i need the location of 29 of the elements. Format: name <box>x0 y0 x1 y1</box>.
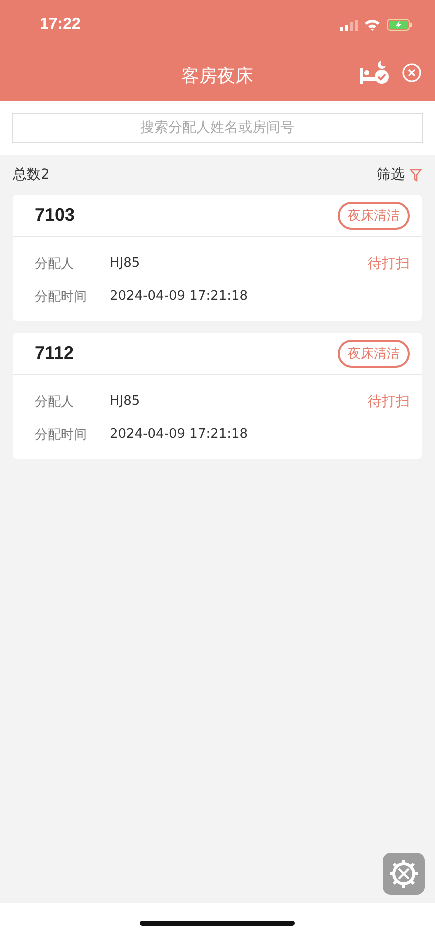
field-label: 分配时间 <box>35 426 88 444</box>
signal-icon <box>340 20 358 30</box>
room-card[interactable]: 7103 夜床清洁 分配人 HJ85 待打扫 分配时间 2024-04-09 17:21:18 <box>13 195 422 321</box>
battery-icon <box>387 19 413 31</box>
filter-label[interactable]: 筛选 <box>377 166 405 184</box>
home-indicator[interactable] <box>140 920 295 926</box>
field-value: 2024-04-09 17:21:18 <box>110 289 250 304</box>
page-title: 客房夜床 <box>182 64 254 88</box>
search-field[interactable]: 搜索分配人姓名或房间号 <box>12 113 423 143</box>
status-time: 17:22 <box>40 16 81 34</box>
task-tag: 夜床清洁 <box>338 202 410 230</box>
task-tag: 夜床清洁 <box>338 340 410 368</box>
close-icon[interactable] <box>402 63 422 83</box>
status-label: 待打扫 <box>368 392 410 410</box>
field-value: 2024-04-09 17:21:18 <box>110 427 250 442</box>
field-label: 分配人 <box>35 394 75 410</box>
bed-moon-icon[interactable] <box>360 60 390 86</box>
room-number: 7112 <box>35 343 74 364</box>
settings-icon[interactable] <box>383 853 425 895</box>
room-number: 7103 <box>35 205 76 226</box>
field-label: 分配时间 <box>35 288 88 306</box>
total-count: 总数2 <box>13 166 50 184</box>
wifi-icon <box>364 19 381 31</box>
field-label: 分配人 <box>35 256 75 272</box>
field-value: HJ85 <box>110 256 142 271</box>
room-card[interactable]: 7112 夜床清洁 分配人 HJ85 待打扫 分配时间 2024-04-09 17:21:18 <box>13 333 422 459</box>
status-label: 待打扫 <box>368 254 410 272</box>
field-value: HJ85 <box>110 394 142 409</box>
filter-icon[interactable] <box>410 168 422 182</box>
